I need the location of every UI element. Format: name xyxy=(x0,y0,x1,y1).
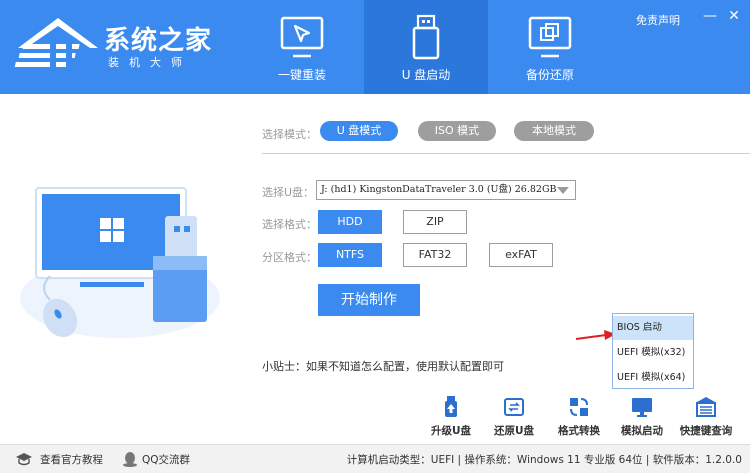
tool-label: 模拟启动 xyxy=(621,425,663,437)
boot-option-uefi-x32[interactable]: UEFI 模拟(x32) xyxy=(613,341,693,365)
computer-usb-illustration xyxy=(20,187,220,338)
tool-hotkey-lookup[interactable]: 快捷键查询 xyxy=(676,396,736,440)
start-make-button[interactable]: 开始制作 xyxy=(318,284,420,316)
tool-restore-usb[interactable]: 还原U盘 xyxy=(484,396,544,440)
format-hdd-button[interactable]: HDD xyxy=(318,210,382,234)
system-status-text: 计算机启动类型：UEFI | 操作系统：Windows 11 专业版 64位 |… xyxy=(346,454,742,466)
tool-format-convert[interactable]: 格式转换 xyxy=(549,396,609,440)
backup-copy-icon xyxy=(528,16,572,58)
tool-upgrade-usb[interactable]: 升级U盘 xyxy=(421,396,481,440)
tab-label: 一键重装 xyxy=(277,68,326,82)
tool-label: 还原U盘 xyxy=(493,425,535,437)
app-logo: 系统之家 装机大师 xyxy=(14,14,211,78)
boot-mode-dropdown: BIOS 启动 UEFI 模拟(x32) UEFI 模拟(x64) xyxy=(612,313,694,389)
partition-label: 分区格式： xyxy=(262,251,317,264)
monitor-icon xyxy=(632,398,652,417)
app-subtitle: 装机大师 xyxy=(108,56,192,69)
usb-select[interactable]: J: (hd1) KingstonDataTraveler 3.0 (U盘) 2… xyxy=(316,180,576,200)
tab-one-click-reinstall[interactable]: 一键重装 xyxy=(240,0,364,94)
mode-usb-button[interactable]: U 盘模式 xyxy=(320,121,398,141)
tab-backup-restore[interactable]: 备份还原 xyxy=(488,0,612,94)
tool-label: 快捷键查询 xyxy=(679,425,733,437)
mode-label: 选择模式： xyxy=(262,128,317,141)
usb-select-label: 选择U盘： xyxy=(262,186,315,199)
footer-bar: 查看官方教程 QQ交流群 计算机启动类型：UEFI | 操作系统：Windows… xyxy=(0,444,750,473)
format-zip-button[interactable]: ZIP xyxy=(403,210,467,234)
minimize-button[interactable]: — xyxy=(700,6,720,26)
disclaimer-link[interactable]: 免责声明 xyxy=(636,12,680,28)
qq-group-link[interactable]: QQ交流群 xyxy=(142,452,190,467)
tab-label: 备份还原 xyxy=(525,68,574,82)
usb-drive-icon xyxy=(412,14,440,60)
tool-label: 升级U盘 xyxy=(430,425,472,437)
tab-label: U 盘启动 xyxy=(401,68,451,82)
format-label: 选择格式： xyxy=(262,218,317,231)
boot-option-bios[interactable]: BIOS 启动 xyxy=(613,316,693,340)
usb-upgrade-icon xyxy=(445,396,457,417)
tab-usb-boot[interactable]: U 盘启动 xyxy=(364,0,488,94)
usb-select-value: J: (hd1) KingstonDataTraveler 3.0 (U盘) 2… xyxy=(321,184,557,195)
tool-label: 格式转换 xyxy=(558,425,600,437)
graduation-cap-icon xyxy=(16,453,32,466)
official-tutorial-link[interactable]: 查看官方教程 xyxy=(40,452,103,467)
header-bar: 系统之家 装机大师 一键重装 U 盘启动 备份还原 免责声明 — ✕ xyxy=(0,0,750,94)
cursor-icon xyxy=(280,16,324,58)
house-logo-icon xyxy=(14,18,98,72)
partition-fat32-button[interactable]: FAT32 xyxy=(403,243,467,267)
close-button[interactable]: ✕ xyxy=(724,6,744,26)
partition-exfat-button[interactable]: exFAT xyxy=(489,243,553,267)
mode-local-button[interactable]: 本地模式 xyxy=(514,121,594,141)
mode-iso-button[interactable]: ISO 模式 xyxy=(418,121,496,141)
app-title: 系统之家 xyxy=(104,26,213,56)
restore-icon xyxy=(504,398,524,416)
partition-ntfs-button[interactable]: NTFS xyxy=(318,243,382,267)
boot-option-uefi-x64[interactable]: UEFI 模拟(x64) xyxy=(613,366,693,390)
section-divider xyxy=(262,153,750,154)
convert-icon xyxy=(570,398,588,416)
keyboard-icon xyxy=(696,397,716,417)
chevron-down-icon xyxy=(557,187,569,194)
qq-penguin-icon xyxy=(123,452,137,467)
tool-simulate-boot[interactable]: 模拟启动 xyxy=(612,396,672,440)
tip-text: 小贴士：如果不知道怎么配置，使用默认配置即可 xyxy=(262,360,504,373)
